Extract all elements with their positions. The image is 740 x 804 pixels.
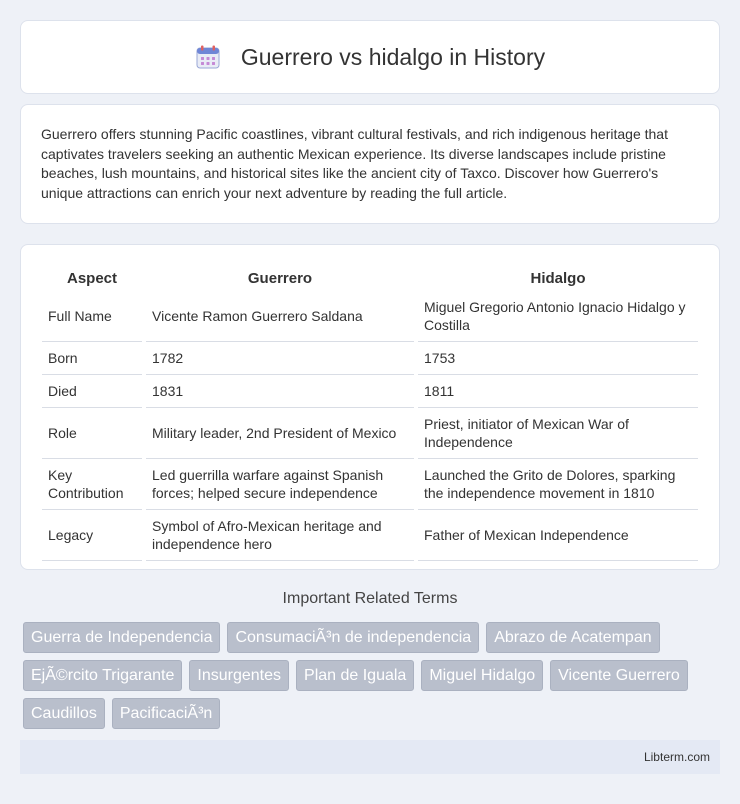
footer: Libterm.com <box>20 740 720 774</box>
tag-plan-de-iguala[interactable]: Plan de Iguala <box>296 660 415 691</box>
row-aspect: Died <box>42 375 142 408</box>
row-aspect: Born <box>42 342 142 375</box>
tag-insurgentes[interactable]: Insurgentes <box>189 660 290 691</box>
calendar-icon <box>195 44 221 70</box>
tag-ejercito-trigarante[interactable]: EjÃ©rcito Trigarante <box>23 660 183 691</box>
row-hidalgo: 1753 <box>418 342 698 375</box>
row-hidalgo: Father of Mexican Independence <box>418 510 698 561</box>
table-row: Born 1782 1753 <box>42 342 698 375</box>
comparison-table: Aspect Guerrero Hidalgo Full Name Vicent… <box>42 265 698 561</box>
intro-card: Guerrero offers stunning Pacific coastli… <box>20 104 720 224</box>
table-row: Role Military leader, 2nd President of M… <box>42 408 698 459</box>
row-aspect: Full Name <box>42 291 142 342</box>
row-guerrero: Led guerrilla warfare against Spanish fo… <box>146 459 414 510</box>
row-aspect: Role <box>42 408 142 459</box>
row-hidalgo: Priest, initiator of Mexican War of Inde… <box>418 408 698 459</box>
row-hidalgo: Miguel Gregorio Antonio Ignacio Hidalgo … <box>418 291 698 342</box>
footer-brand[interactable]: Libterm.com <box>644 750 710 764</box>
table-header-row: Aspect Guerrero Hidalgo <box>42 265 698 291</box>
header-guerrero: Guerrero <box>247 270 313 287</box>
tag-consumacion-de-independencia[interactable]: ConsumaciÃ³n de independencia <box>227 622 480 653</box>
row-guerrero: 1782 <box>146 342 414 375</box>
tag-guerra-de-independencia[interactable]: Guerra de Independencia <box>23 622 221 653</box>
header-aspect: Aspect <box>66 270 118 287</box>
tag-miguel-hidalgo[interactable]: Miguel Hidalgo <box>421 660 544 691</box>
row-guerrero: Symbol of Afro-Mexican heritage and inde… <box>146 510 414 561</box>
tag-vicente-guerrero[interactable]: Vicente Guerrero <box>550 660 688 691</box>
header-hidalgo: Hidalgo <box>530 270 586 287</box>
table-row: Full Name Vicente Ramon Guerrero Saldana… <box>42 291 698 342</box>
row-hidalgo: Launched the Grito de Dolores, sparking … <box>418 459 698 510</box>
tag-caudillos[interactable]: Caudillos <box>23 698 105 729</box>
intro-text: Guerrero offers stunning Pacific coastli… <box>41 126 668 201</box>
row-guerrero: Military leader, 2nd President of Mexico <box>146 408 414 459</box>
tag-pacificacion[interactable]: PacificaciÃ³n <box>111 698 221 729</box>
header: Guerrero vs hidalgo in History <box>195 44 545 71</box>
comparison-card: Aspect Guerrero Hidalgo Full Name Vicent… <box>20 244 720 570</box>
table-row: Died 1831 1811 <box>42 375 698 408</box>
table-row: Key Contribution Led guerrilla warfare a… <box>42 459 698 510</box>
row-aspect: Key Contribution <box>42 459 142 510</box>
row-guerrero: Vicente Ramon Guerrero Saldana <box>146 291 414 342</box>
related-terms-title: Important Related Terms <box>282 590 458 607</box>
tag-abrazo-de-acatempan[interactable]: Abrazo de Acatempan <box>486 622 660 653</box>
related-terms-tags: Guerra de Independencia ConsumaciÃ³n de … <box>23 622 723 729</box>
row-hidalgo: 1811 <box>418 375 698 408</box>
table-row: Legacy Symbol of Afro-Mexican heritage a… <box>42 510 698 561</box>
page-title: Guerrero vs hidalgo in History <box>240 43 546 70</box>
row-aspect: Legacy <box>42 510 142 561</box>
row-guerrero: 1831 <box>146 375 414 408</box>
header-card: Guerrero vs hidalgo in History <box>20 20 720 94</box>
